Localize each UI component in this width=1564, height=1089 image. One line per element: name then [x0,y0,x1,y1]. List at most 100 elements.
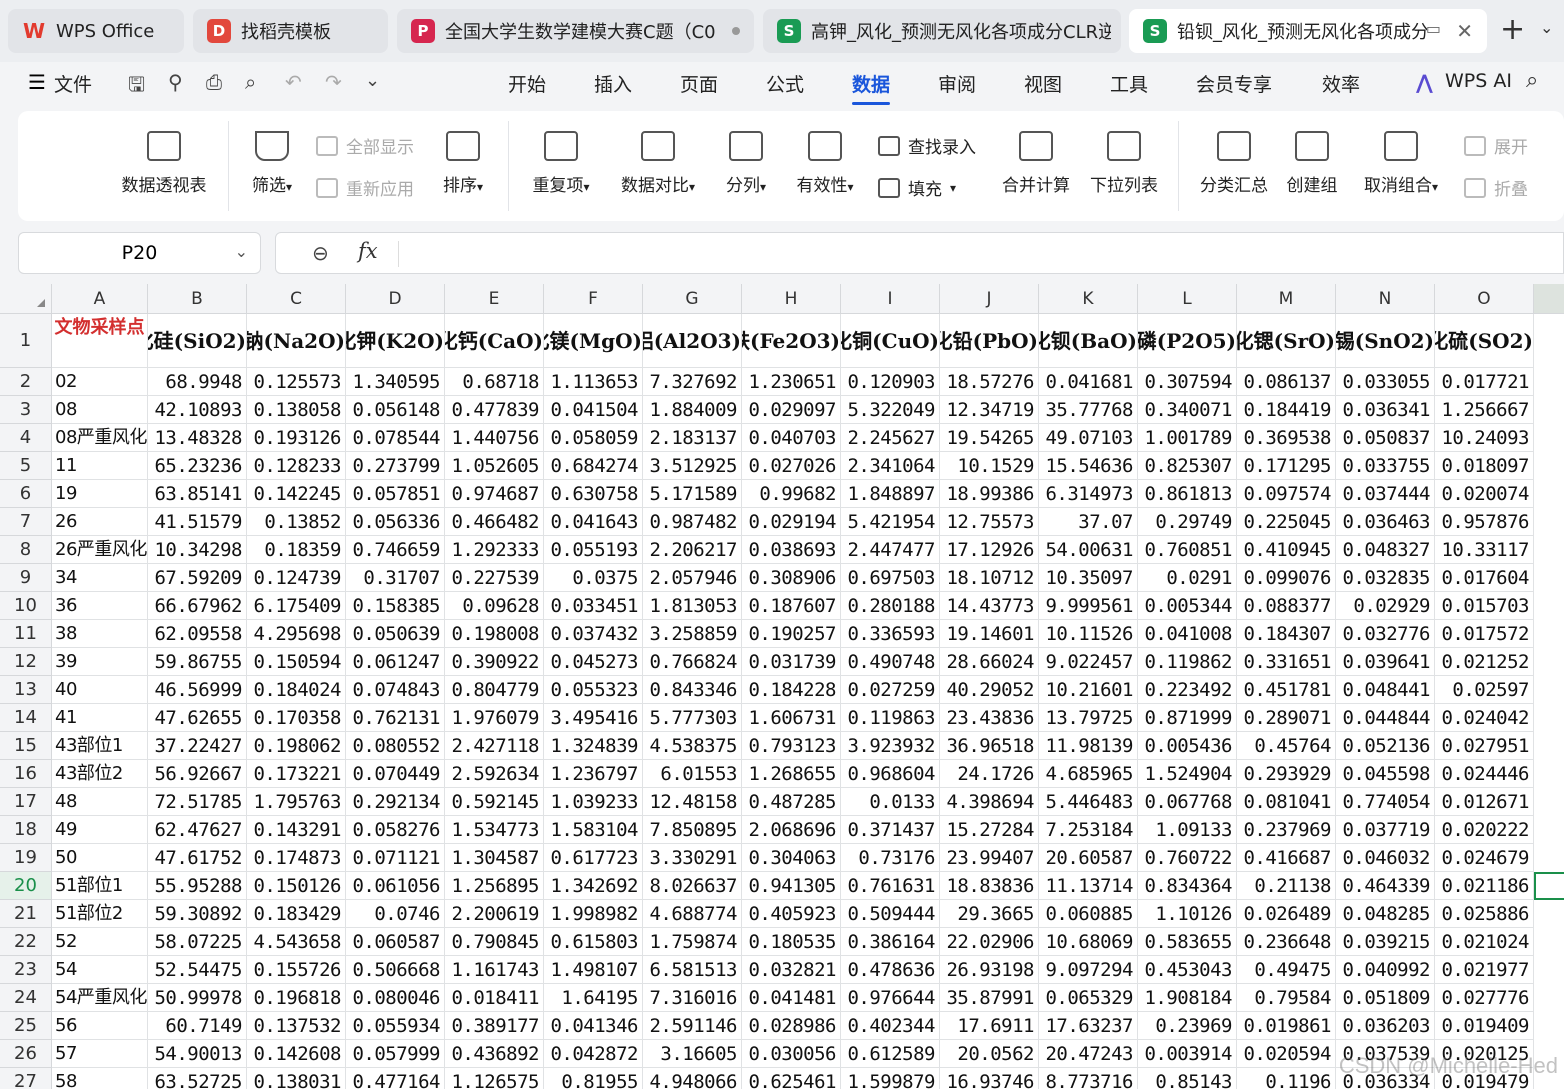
column-header-P[interactable] [1534,284,1564,314]
value-cell[interactable]: 0.017604 [1435,564,1534,592]
value-cell[interactable]: 0.071121 [346,844,445,872]
chevron-down-icon[interactable]: ⌄ [1540,18,1553,37]
value-cell[interactable]: 37.22427 [148,732,247,760]
value-cell[interactable]: 41.51579 [148,508,247,536]
value-cell[interactable]: 0.630758 [544,480,643,508]
value-cell[interactable]: 1.908184 [1138,984,1237,1012]
value-cell[interactable]: 14.43773 [940,592,1039,620]
window-icon[interactable]: ▭ [1426,19,1441,38]
value-cell[interactable]: 4.295698 [247,620,346,648]
value-cell[interactable]: 0.237969 [1237,816,1336,844]
value-cell[interactable]: 2.200619 [445,900,544,928]
value-cell[interactable]: 11.98139 [1039,732,1138,760]
menu-member[interactable]: 会员专享 [1196,70,1272,97]
value-cell[interactable]: 0.236648 [1237,928,1336,956]
value-cell[interactable]: 0.038693 [742,536,841,564]
value-cell[interactable]: 0.746659 [346,536,445,564]
value-cell[interactable]: 10.33117 [1435,536,1534,564]
value-cell[interactable]: 0.336593 [841,620,940,648]
value-cell[interactable]: 0.506668 [346,956,445,984]
value-cell[interactable]: 0.453043 [1138,956,1237,984]
row-header[interactable]: 21 [0,900,52,928]
header-cell[interactable]: 二氧化硫(SO2) [1435,314,1534,368]
value-cell[interactable]: 0.003914 [1138,1040,1237,1068]
value-cell[interactable]: 0.029097 [742,396,841,424]
value-cell[interactable]: 0.037719 [1336,816,1435,844]
header-cell[interactable]: 五氧化二磷(P2O5) [1138,314,1237,368]
value-cell[interactable]: 1.998982 [544,900,643,928]
value-cell[interactable]: 5.171589 [643,480,742,508]
value-cell[interactable]: 0.490748 [841,648,940,676]
value-cell[interactable]: 0.697503 [841,564,940,592]
value-cell[interactable]: 1.976079 [445,704,544,732]
value-cell[interactable]: 2.591146 [643,1012,742,1040]
value-cell[interactable]: 0.081041 [1237,788,1336,816]
value-cell[interactable]: 0.057851 [346,480,445,508]
value-cell[interactable]: 5.322049 [841,396,940,424]
value-cell[interactable]: 72.51785 [148,788,247,816]
value-cell[interactable]: 62.09558 [148,620,247,648]
sample-point-cell[interactable]: 11 [52,452,148,480]
header-cell[interactable]: 氧化硅(SiO2) [148,314,247,368]
sample-point-cell[interactable]: 52 [52,928,148,956]
row-header[interactable]: 8 [0,536,52,564]
value-cell[interactable]: 0.617723 [544,844,643,872]
value-cell[interactable]: 1.256667 [1435,396,1534,424]
value-cell[interactable]: 15.27284 [940,816,1039,844]
value-cell[interactable]: 1.795763 [247,788,346,816]
header-cell[interactable]: 氧化钡(BaO) [1039,314,1138,368]
header-cell[interactable]: 氧化锶(SrO) [1237,314,1336,368]
column-header-D[interactable]: D [346,284,445,314]
row-header[interactable]: 5 [0,452,52,480]
menu-view[interactable]: 视图 [1024,70,1062,97]
value-cell[interactable]: 0.055193 [544,536,643,564]
value-cell[interactable]: 0.036463 [1336,508,1435,536]
value-cell[interactable]: 0.050837 [1336,424,1435,452]
value-cell[interactable]: 0.150126 [247,872,346,900]
value-cell[interactable]: 0.583655 [1138,928,1237,956]
header-cell[interactable]: 氧化铝(Al2O3) [643,314,742,368]
value-cell[interactable]: 0.170358 [247,704,346,732]
value-cell[interactable]: 0.225045 [1237,508,1336,536]
value-cell[interactable]: 0.055934 [346,1012,445,1040]
sample-point-cell[interactable]: 58 [52,1068,148,1089]
value-cell[interactable]: 0.021977 [1435,956,1534,984]
value-cell[interactable]: 0.065329 [1039,984,1138,1012]
value-cell[interactable]: 15.54636 [1039,452,1138,480]
expand-button[interactable]: 展开 [1464,133,1528,158]
value-cell[interactable]: 0.017721 [1435,368,1534,396]
new-tab-icon[interactable]: + [1500,12,1525,47]
value-cell[interactable]: 0.49475 [1237,956,1336,984]
value-cell[interactable]: 7.327692 [643,368,742,396]
value-cell[interactable]: 0.790845 [445,928,544,956]
value-cell[interactable]: 59.86755 [148,648,247,676]
print-icon[interactable]: ⎙ [206,70,222,94]
value-cell[interactable]: 0.024446 [1435,760,1534,788]
value-cell[interactable]: 0.097574 [1237,480,1336,508]
column-header-G[interactable]: G [643,284,742,314]
value-cell[interactable]: 0.020222 [1435,816,1534,844]
value-cell[interactable]: 1.268655 [742,760,841,788]
tab-pdf-doc[interactable]: P 全国大学生数学建模大赛C题（C06 [397,9,754,53]
value-cell[interactable]: 0.056148 [346,396,445,424]
value-cell[interactable]: 0.042872 [544,1040,643,1068]
value-cell[interactable]: 0.766824 [643,648,742,676]
value-cell[interactable]: 0.861813 [1138,480,1237,508]
tab-wps-office[interactable]: W WPS Office [8,9,184,53]
value-cell[interactable]: 0.080552 [346,732,445,760]
value-cell[interactable]: 0.128233 [247,452,346,480]
value-cell[interactable]: 0.193126 [247,424,346,452]
value-cell[interactable]: 0.041008 [1138,620,1237,648]
value-cell[interactable]: 0.198008 [445,620,544,648]
value-cell[interactable]: 1.324839 [544,732,643,760]
header-cell[interactable]: 氧化锡(SnO2) [1336,314,1435,368]
row-header[interactable]: 23 [0,956,52,984]
value-cell[interactable]: 4.538375 [643,732,742,760]
row-header[interactable]: 2 [0,368,52,396]
value-cell[interactable]: 0.684274 [544,452,643,480]
value-cell[interactable]: 47.62655 [148,704,247,732]
value-cell[interactable]: 0.039641 [1336,648,1435,676]
value-cell[interactable]: 1.292333 [445,536,544,564]
close-tab-icon[interactable]: ✕ [1456,19,1473,43]
reapply-button[interactable]: 重新应用 [316,175,414,200]
